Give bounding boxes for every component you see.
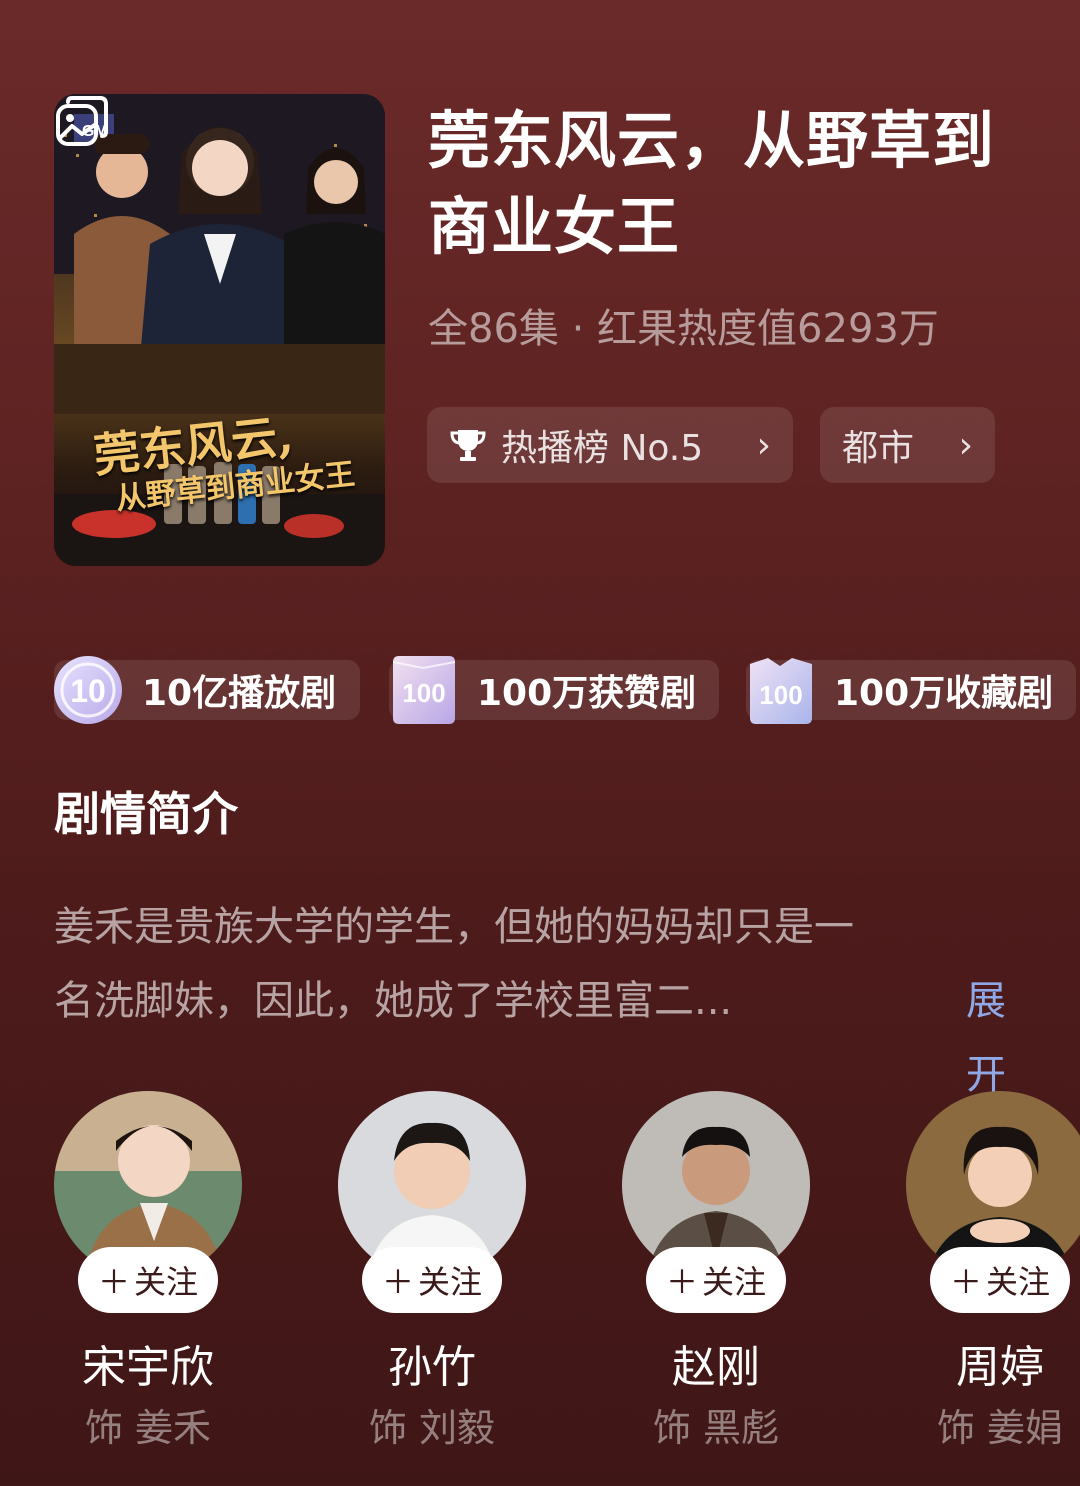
follow-label: 关注 xyxy=(418,1263,483,1301)
plus-icon: ＋ xyxy=(665,1263,698,1301)
follow-button[interactable]: ＋ 关注 xyxy=(646,1247,786,1313)
follow-button[interactable]: ＋ 关注 xyxy=(78,1247,218,1313)
cast-role: 饰 刘毅 xyxy=(368,1406,496,1450)
plus-icon: ＋ xyxy=(381,1263,414,1301)
cast-role: 饰 黑彪 xyxy=(652,1406,780,1450)
100-badge-icon: 100 xyxy=(750,658,812,724)
follow-button[interactable]: ＋ 关注 xyxy=(930,1247,1070,1313)
synopsis-text[interactable]: 姜禾是贵族大学的学生，但她的妈妈却只是一 名洗脚妹，因此，她成了学校里富二...… xyxy=(54,890,1014,1098)
svg-text:100: 100 xyxy=(759,680,802,710)
cast-member[interactable]: ＋ 关注 孙竹 饰 刘毅 xyxy=(338,1091,526,1450)
plus-icon: ＋ xyxy=(97,1263,130,1301)
cast-member[interactable]: ＋ 关注 宋宇欣 饰 姜禾 xyxy=(54,1091,242,1450)
drama-title: 莞东风云，从野草到商业女王 xyxy=(428,104,996,263)
follow-label: 关注 xyxy=(702,1263,767,1301)
poster-title-art: 莞东风云, 从野草到商业女王 xyxy=(91,408,357,518)
follow-label: 关注 xyxy=(134,1263,199,1301)
gallery-icon[interactable] xyxy=(54,94,110,150)
synopsis-heading: 剧情简介 xyxy=(54,787,238,841)
genre-chip[interactable]: 都市 › xyxy=(820,407,995,483)
trophy-icon xyxy=(450,430,486,461)
cast-role: 饰 姜娟 xyxy=(936,1406,1064,1450)
badge-label: 10亿播放剧 xyxy=(142,673,337,714)
svg-text:100: 100 xyxy=(402,678,445,708)
follow-label: 关注 xyxy=(986,1263,1051,1301)
chevron-right-icon: › xyxy=(756,424,771,466)
svg-text:10: 10 xyxy=(70,673,106,709)
genre-label: 都市 xyxy=(842,428,915,469)
follow-button[interactable]: ＋ 关注 xyxy=(362,1247,502,1313)
drama-poster[interactable]: GM 莞东风云, 从野草到商业女王 xyxy=(54,94,385,566)
rank-chip[interactable]: 热播榜 No.5 › xyxy=(427,407,793,483)
cast-member[interactable]: ＋ 关注 赵刚 饰 黑彪 xyxy=(622,1091,810,1450)
100-badge-icon: 100 xyxy=(392,656,456,724)
cast-member[interactable]: ＋ 关注 周婷 饰 姜娟 xyxy=(906,1091,1080,1450)
cast-name: 周婷 xyxy=(956,1342,1044,1393)
rank-label: 热播榜 No.5 xyxy=(501,428,704,469)
badge-billion-plays[interactable]: 10 10亿播放剧 xyxy=(54,656,360,724)
synopsis-line: 名洗脚妹，因此，她成了学校里富二... xyxy=(54,978,733,1024)
synopsis-line: 姜禾是贵族大学的学生，但她的妈妈却只是一 xyxy=(54,904,854,950)
badge-million-likes[interactable]: 100 100万获赞剧 xyxy=(389,656,719,724)
chevron-right-icon: › xyxy=(958,424,973,466)
plus-icon: ＋ xyxy=(949,1263,982,1301)
10-badge-icon: 10 xyxy=(54,656,122,724)
drama-meta: 全86集 · 红果热度值6293万 xyxy=(428,306,939,352)
cast-name: 孙竹 xyxy=(388,1342,476,1393)
expand-link[interactable]: 展开 xyxy=(966,964,1014,1112)
cast-name: 赵刚 xyxy=(672,1342,760,1393)
badge-label: 100万收藏剧 xyxy=(834,673,1054,714)
cast-role: 饰 姜禾 xyxy=(84,1406,212,1450)
badge-million-favorites[interactable]: 100 100万收藏剧 xyxy=(746,658,1076,724)
cast-name: 宋宇欣 xyxy=(82,1342,214,1393)
badge-label: 100万获赞剧 xyxy=(477,673,697,714)
